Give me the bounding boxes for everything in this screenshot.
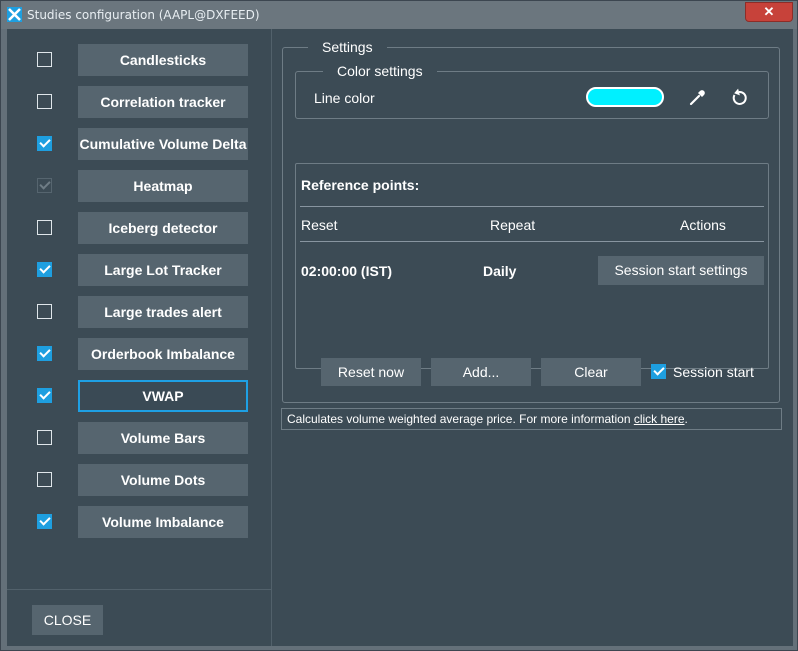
study-button[interactable]: Iceberg detector — [78, 212, 248, 244]
study-button[interactable]: Large Lot Tracker — [78, 254, 248, 286]
study-button[interactable]: Volume Imbalance — [78, 506, 248, 538]
study-list-panel: Candlesticks Correlation tracker Cumulativ… — [7, 29, 272, 646]
session-start-check[interactable] — [651, 364, 666, 379]
study-button[interactable]: Heatmap — [78, 170, 248, 202]
study-button[interactable]: Candlesticks — [78, 44, 248, 76]
line-color-swatch[interactable] — [586, 87, 664, 107]
line-color-label: Line color — [314, 90, 375, 106]
study-row: Large Lot Tracker — [7, 254, 271, 286]
clear-button[interactable]: Clear — [541, 358, 641, 386]
reset-icon[interactable] — [728, 87, 750, 109]
study-button[interactable]: Correlation tracker — [78, 86, 248, 118]
reference-points-title: Reference points: — [301, 177, 420, 193]
session-start-checkbox[interactable]: Session start — [651, 364, 771, 382]
study-checkbox[interactable] — [37, 52, 52, 67]
reset-now-button[interactable]: Reset now — [321, 358, 421, 386]
study-row: Iceberg detector — [7, 212, 271, 244]
study-row: Large trades alert — [7, 296, 271, 328]
session-start-label: Session start — [673, 364, 754, 380]
column-header-actions: Actions — [680, 217, 726, 233]
study-checkbox — [37, 178, 52, 193]
study-row: Heatmap — [7, 170, 271, 202]
click-here-link[interactable]: click here — [634, 412, 685, 426]
divider — [300, 241, 764, 242]
title-bar[interactable]: Studies configuration (AAPL@DXFEED) ✕ — [1, 1, 797, 29]
study-row: Volume Dots — [7, 464, 271, 496]
divider — [7, 589, 271, 590]
study-checkbox[interactable] — [37, 304, 52, 319]
study-checkbox[interactable] — [37, 136, 52, 151]
window-title: Studies configuration (AAPL@DXFEED) — [27, 8, 260, 22]
study-checkbox[interactable] — [37, 346, 52, 361]
study-checkbox[interactable] — [37, 430, 52, 445]
study-row: Orderbook Imbalance — [7, 338, 271, 370]
study-checkbox[interactable] — [37, 220, 52, 235]
study-description: Calculates volume weighted average price… — [281, 408, 782, 430]
study-button[interactable]: Volume Bars — [78, 422, 248, 454]
column-header-reset: Reset — [301, 217, 338, 233]
study-button[interactable]: Large trades alert — [78, 296, 248, 328]
study-row: Volume Imbalance — [7, 506, 271, 538]
study-row: Volume Bars — [7, 422, 271, 454]
study-checkbox[interactable] — [37, 388, 52, 403]
study-checkbox[interactable] — [37, 94, 52, 109]
reference-points-box: Reference points: Reset Repeat Actions 0… — [295, 163, 769, 369]
study-row: VWAP — [7, 380, 271, 412]
table-row: 02:00:00 (IST) Daily Session start setti… — [296, 256, 768, 286]
study-checkbox[interactable] — [37, 514, 52, 529]
repeat-cell: Daily — [483, 263, 517, 279]
window-close-button[interactable]: ✕ — [745, 2, 793, 22]
eyedropper-icon[interactable] — [686, 87, 708, 109]
study-button[interactable]: Cumulative Volume Delta — [78, 128, 248, 160]
study-button[interactable]: VWAP — [78, 380, 248, 412]
study-row: Candlesticks — [7, 44, 271, 76]
description-text: Calculates volume weighted average price… — [287, 412, 634, 426]
settings-legend: Settings — [308, 39, 387, 55]
session-start-settings-button[interactable]: Session start settings — [598, 256, 764, 285]
studies-config-window: Studies configuration (AAPL@DXFEED) ✕ Ca… — [0, 0, 798, 651]
study-row: Correlation tracker — [7, 86, 271, 118]
column-header-repeat: Repeat — [490, 217, 536, 233]
client-area: Candlesticks Correlation tracker Cumulativ… — [7, 29, 793, 646]
app-logo-icon — [7, 7, 22, 22]
study-button[interactable]: Orderbook Imbalance — [78, 338, 248, 370]
description-suffix: . — [684, 412, 688, 426]
reset-time-cell: 02:00:00 (IST) — [301, 263, 393, 279]
add-button[interactable]: Add... — [431, 358, 531, 386]
color-settings-legend: Color settings — [323, 63, 437, 79]
divider — [300, 206, 764, 207]
close-button[interactable]: CLOSE — [32, 605, 103, 635]
study-checkbox[interactable] — [37, 472, 52, 487]
study-button[interactable]: Volume Dots — [78, 464, 248, 496]
study-row: Cumulative Volume Delta — [7, 128, 271, 160]
study-checkbox[interactable] — [37, 262, 52, 277]
